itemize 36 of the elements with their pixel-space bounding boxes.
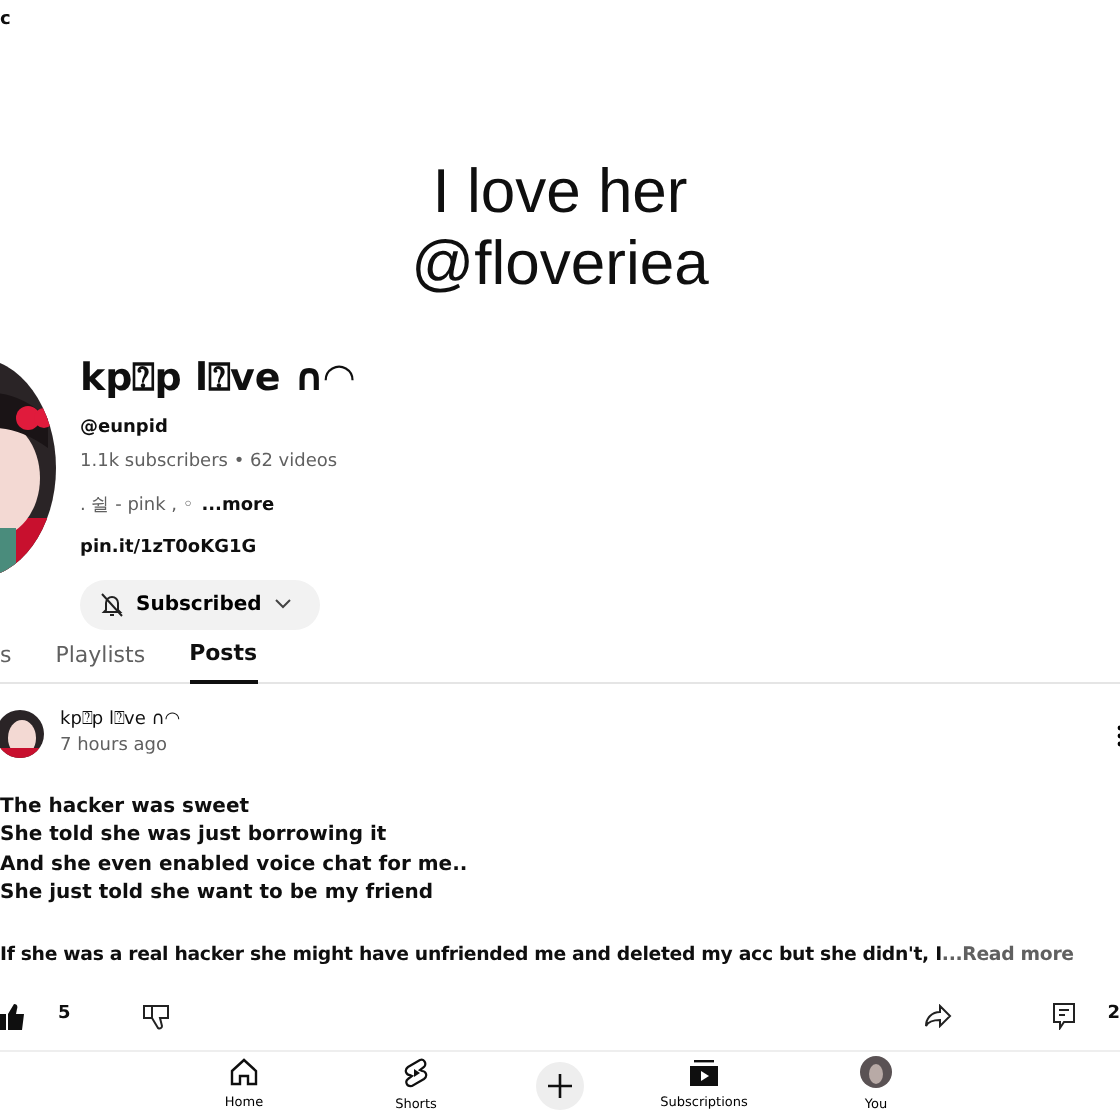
caret-icon bbox=[273, 598, 292, 611]
avatar-icon bbox=[0, 710, 44, 759]
like-count: 5 bbox=[58, 1002, 71, 1029]
channel-name: kp⍰p l⍰ve ∩◠ bbox=[80, 354, 354, 405]
channel-link[interactable]: pin.it/1zT0oKG1G bbox=[80, 538, 257, 559]
post-text: And she even enabled voice chat for me.. bbox=[0, 851, 470, 880]
subscriptions-icon bbox=[690, 1059, 718, 1086]
post-author: kp⍰p l⍰ve ∩◠ bbox=[60, 707, 181, 734]
thumbs-down-icon[interactable] bbox=[142, 1003, 171, 1030]
banner-text: @floveriea bbox=[411, 227, 709, 299]
tab[interactable]: s bbox=[0, 629, 12, 684]
share-icon[interactable] bbox=[923, 1004, 952, 1029]
post-text: She told she was just borrowing it bbox=[0, 822, 389, 851]
post-time: 7 hours ago bbox=[60, 734, 169, 761]
post-text: The hacker was sweet bbox=[0, 793, 252, 822]
bell-off-icon bbox=[100, 591, 124, 618]
shorts-icon bbox=[404, 1057, 428, 1088]
avatar-icon bbox=[860, 1056, 892, 1089]
plus-icon bbox=[548, 1074, 572, 1099]
thumbs-up-icon[interactable] bbox=[0, 1003, 26, 1030]
banner-text: I love her bbox=[432, 156, 688, 228]
post-text: If she was a real hacker she might have unfriended me and deleted my acc but she didn't, I bbox=[0, 941, 942, 970]
tab[interactable]: Posts bbox=[189, 629, 258, 684]
post-text: She just told she want to be my friend bbox=[0, 880, 436, 909]
channel-description: . 쉴 - pink , ◦ bbox=[80, 493, 194, 520]
tab[interactable]: Playlists bbox=[55, 629, 146, 684]
home-icon bbox=[230, 1058, 258, 1087]
app-title: c bbox=[0, 10, 11, 30]
channel-stats: 1.1k subscribers • 62 videos bbox=[80, 450, 340, 477]
comment-count: 2 bbox=[1107, 1002, 1120, 1029]
subscribed-button[interactable]: Subscribed bbox=[80, 579, 320, 630]
more-link[interactable]: ...more bbox=[201, 493, 275, 521]
read-more-link[interactable]: ...Read more bbox=[941, 941, 1074, 971]
channel-handle: @eunpid bbox=[80, 415, 170, 442]
create-button[interactable] bbox=[536, 1062, 584, 1111]
comment-icon[interactable] bbox=[1051, 1002, 1076, 1031]
